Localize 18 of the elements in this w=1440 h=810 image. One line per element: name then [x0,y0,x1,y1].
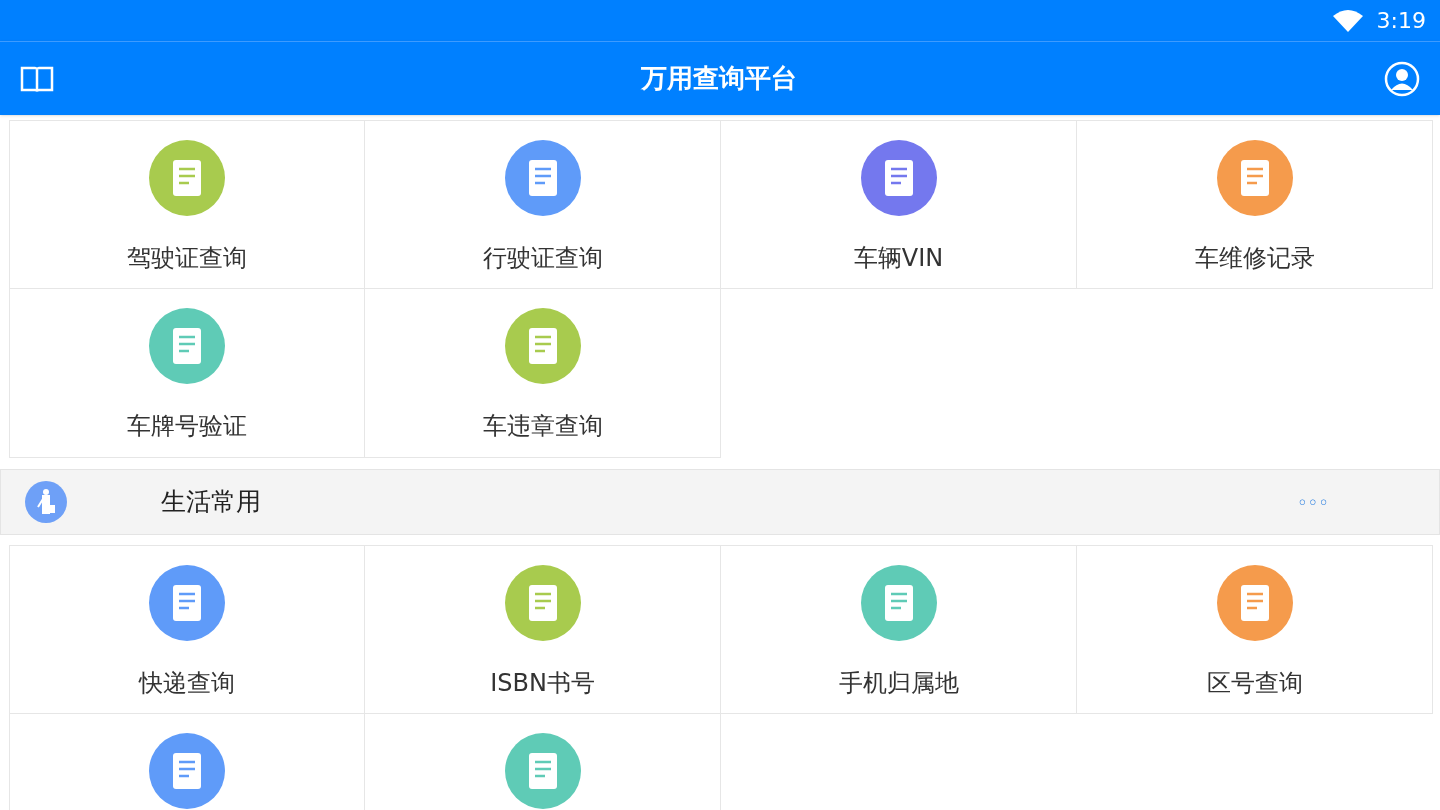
section-title: 生活常用 [161,486,262,519]
query-tile[interactable]: 手机归属地 [721,545,1077,714]
more-button[interactable]: ◦◦◦ [1297,488,1329,516]
query-tile[interactable]: 车辆VIN [721,120,1077,289]
app-title: 万用查询平台 [641,62,797,95]
query-tile[interactable]: 车违章查询 [365,289,721,458]
profile-icon[interactable] [1384,60,1420,97]
query-tile[interactable]: 车维修记录 [1077,120,1433,289]
query-tile[interactable]: 驾驶证查询 [9,120,365,289]
query-tile[interactable]: 行驶证查询 [365,120,721,289]
query-tile[interactable]: 区号查询 [1077,545,1433,714]
query-tile[interactable]: 车牌号验证 [9,289,365,458]
query-tile[interactable]: ISBN书号 [365,545,721,714]
person-luggage-icon [25,481,67,523]
query-tile[interactable]: 快递查询 [9,545,365,714]
clock: 3:19 [1376,7,1426,35]
book-icon[interactable] [20,64,54,93]
wifi-icon [1332,9,1363,32]
